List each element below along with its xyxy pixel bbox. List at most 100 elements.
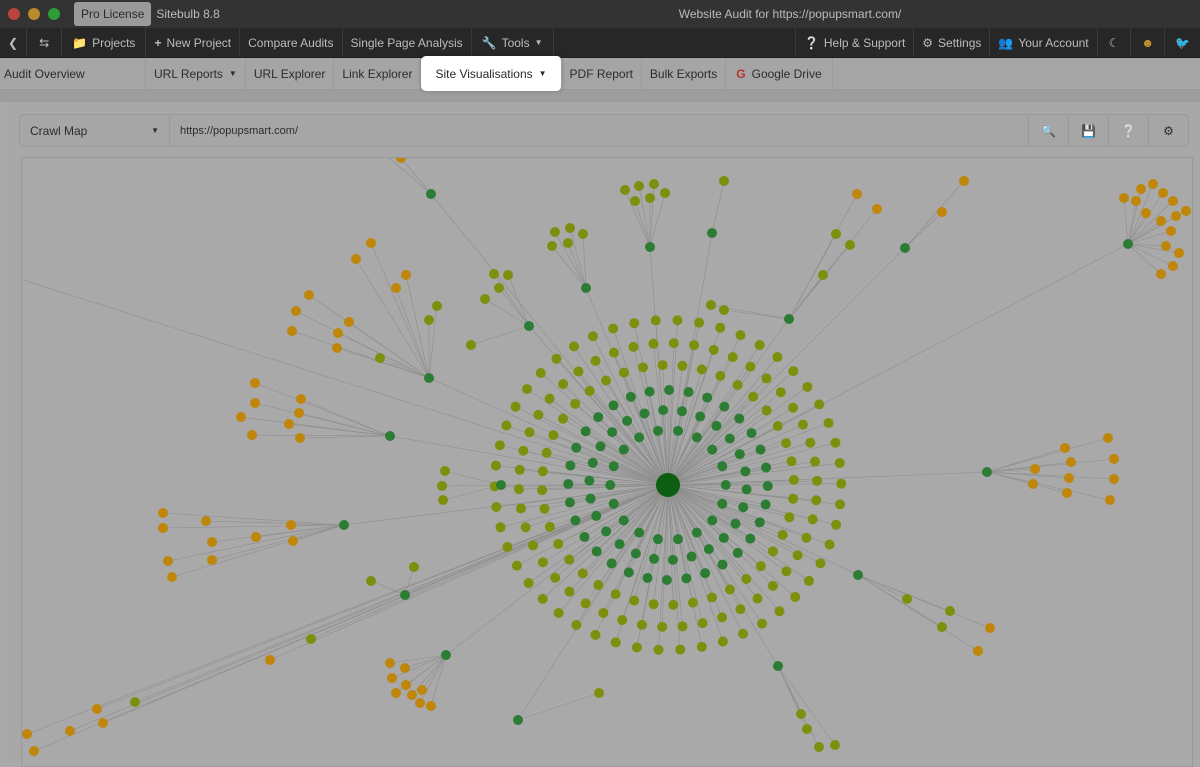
page-node[interactable] — [761, 462, 772, 473]
page-node[interactable] — [608, 498, 619, 509]
page-node[interactable] — [695, 411, 706, 422]
page-node[interactable] — [748, 391, 759, 402]
page-node[interactable] — [745, 361, 756, 372]
page-node[interactable] — [601, 526, 612, 537]
page-node[interactable] — [715, 322, 726, 333]
page-node[interactable] — [426, 189, 436, 199]
page-node[interactable] — [587, 331, 598, 342]
url-field[interactable]: https://popupsmart.com/ — [170, 115, 1028, 146]
page-node[interactable] — [720, 480, 731, 490]
page-node[interactable] — [1171, 211, 1181, 221]
page-node[interactable] — [824, 539, 835, 550]
single-page-analysis-button[interactable]: Single Page Analysis — [343, 28, 472, 57]
page-node[interactable] — [207, 555, 217, 565]
page-node[interactable] — [304, 290, 314, 300]
page-node[interactable] — [400, 590, 410, 600]
page-node[interactable] — [524, 427, 535, 438]
page-node[interactable] — [790, 591, 801, 602]
page-node[interactable] — [631, 642, 642, 653]
page-node[interactable] — [570, 515, 581, 526]
page-node[interactable] — [730, 518, 741, 529]
page-node[interactable] — [495, 522, 506, 533]
page-node[interactable] — [677, 360, 688, 371]
page-node[interactable] — [491, 501, 502, 512]
page-node[interactable] — [29, 746, 39, 756]
page-node[interactable] — [590, 355, 601, 366]
tab-google-drive[interactable]: G Google Drive — [726, 58, 833, 89]
page-node[interactable] — [618, 444, 629, 455]
visualisation-select[interactable]: Crawl Map ▼ — [20, 115, 170, 146]
page-node[interactable] — [551, 353, 562, 364]
page-node[interactable] — [1066, 457, 1076, 467]
page-node[interactable] — [708, 344, 719, 355]
page-node[interactable] — [814, 399, 825, 410]
page-node[interactable] — [415, 698, 425, 708]
page-node[interactable] — [1181, 206, 1191, 216]
page-node[interactable] — [706, 300, 716, 310]
page-node[interactable] — [639, 408, 650, 419]
page-node[interactable] — [618, 515, 629, 526]
page-node[interactable] — [706, 592, 717, 603]
page-node[interactable] — [645, 242, 655, 252]
page-node[interactable] — [656, 473, 680, 497]
page-node[interactable] — [409, 562, 419, 572]
page-node[interactable] — [673, 534, 684, 545]
page-node[interactable] — [754, 339, 765, 350]
page-node[interactable] — [734, 449, 745, 460]
page-node[interactable] — [834, 458, 845, 469]
tab-pdf-report[interactable]: PDF Report — [562, 58, 642, 89]
page-node[interactable] — [344, 317, 354, 327]
page-node[interactable] — [513, 715, 523, 725]
page-node[interactable] — [814, 742, 824, 752]
page-node[interactable] — [514, 464, 525, 475]
page-node[interactable] — [702, 392, 713, 403]
page-node[interactable] — [775, 387, 786, 398]
page-node[interactable] — [830, 740, 840, 750]
page-node[interactable] — [717, 461, 728, 472]
page-node[interactable] — [668, 599, 679, 610]
page-node[interactable] — [745, 533, 756, 544]
page-node[interactable] — [287, 326, 297, 336]
page-node[interactable] — [288, 536, 298, 546]
page-node[interactable] — [1064, 473, 1074, 483]
page-node[interactable] — [537, 466, 548, 477]
page-node[interactable] — [440, 466, 450, 476]
save-button[interactable]: 💾 — [1068, 115, 1108, 146]
minimize-window-button[interactable] — [28, 8, 40, 20]
page-node[interactable] — [92, 704, 102, 714]
page-node[interactable] — [717, 612, 728, 623]
page-node[interactable] — [564, 554, 575, 565]
page-node[interactable] — [727, 352, 738, 363]
page-node[interactable] — [391, 688, 401, 698]
page-node[interactable] — [622, 415, 633, 426]
tab-url-reports[interactable]: URL Reports ▼ — [146, 58, 246, 89]
page-node[interactable] — [295, 433, 305, 443]
page-node[interactable] — [385, 431, 395, 441]
page-node[interactable] — [792, 550, 803, 561]
page-node[interactable] — [650, 315, 661, 326]
page-node[interactable] — [236, 412, 246, 422]
page-node[interactable] — [642, 572, 653, 583]
crawl-map[interactable] — [21, 157, 1193, 767]
page-node[interactable] — [201, 516, 211, 526]
page-node[interactable] — [801, 532, 812, 543]
page-node[interactable] — [781, 438, 792, 449]
page-node[interactable] — [718, 532, 729, 543]
page-node[interactable] — [803, 575, 814, 586]
page-node[interactable] — [686, 551, 697, 562]
page-node[interactable] — [1156, 216, 1166, 226]
page-node[interactable] — [441, 650, 451, 660]
page-node[interactable] — [571, 620, 582, 631]
page-node[interactable] — [872, 204, 882, 214]
page-node[interactable] — [700, 568, 711, 579]
page-node[interactable] — [788, 493, 799, 504]
page-node[interactable] — [590, 629, 601, 640]
page-node[interactable] — [1123, 239, 1133, 249]
page-node[interactable] — [510, 401, 521, 412]
page-node[interactable] — [286, 520, 296, 530]
page-node[interactable] — [756, 618, 767, 629]
page-node[interactable] — [539, 503, 550, 514]
page-node[interactable] — [296, 394, 306, 404]
page-node[interactable] — [732, 380, 743, 391]
page-node[interactable] — [761, 373, 772, 384]
